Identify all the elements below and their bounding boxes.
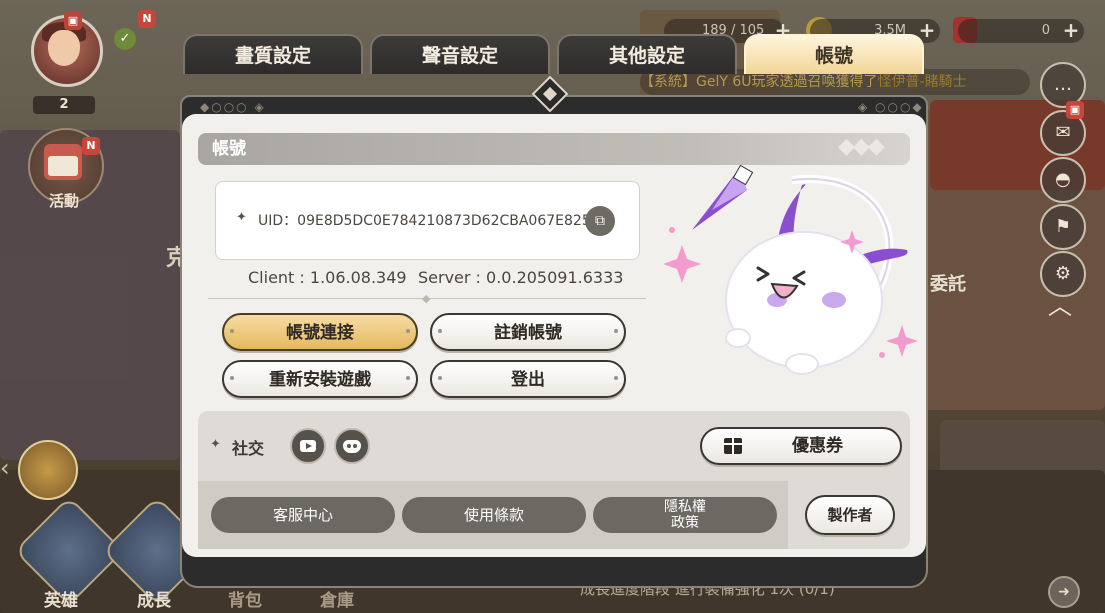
mascot-illustration [663, 164, 918, 375]
nav-hero-label: 英雄 [44, 591, 78, 611]
chevron-up-icon[interactable]: ︿ [1046, 294, 1074, 318]
social-label: 社交 [232, 439, 265, 458]
gold-add-button[interactable]: + [918, 20, 936, 40]
button-dot [614, 376, 618, 380]
event-label: 活動 [48, 192, 79, 210]
marquee-item: 怪伊普-賭騎士 [877, 74, 967, 90]
event-new-badge: N [82, 137, 100, 155]
chevron-left-icon[interactable]: ‹ [0, 454, 10, 482]
client-version: Client : 1.06.08.349 [248, 268, 407, 287]
gift-icon[interactable] [18, 440, 78, 500]
youtube-icon[interactable] [290, 428, 326, 464]
terms-of-use-button[interactable]: 使用條款 [402, 497, 586, 533]
pokeball-icon[interactable]: ◓ [1040, 157, 1086, 203]
gift-box-icon [724, 436, 742, 454]
frame-ornament-left: ◆○○○ ◈ [200, 100, 266, 114]
button-dot [406, 376, 410, 380]
reinstall-game-button[interactable]: 重新安裝遊戲 [222, 360, 418, 398]
mail-gift-icon: ▣ [1066, 101, 1084, 119]
nav-growth-label: 成長 [137, 591, 171, 611]
avatar-new-badge: N [138, 10, 156, 28]
logout-label: 登出 [511, 370, 545, 390]
discord-icon[interactable] [334, 428, 370, 464]
mascot-foot [785, 353, 819, 375]
commission-label: 委託 [930, 274, 966, 295]
avatar-gift-icon: ▣ [64, 12, 82, 30]
tab-graphics-settings[interactable]: 畫質設定 [183, 34, 363, 74]
mascot-paw-left [725, 328, 751, 348]
button-dot [438, 329, 442, 333]
uid-text: UID：09E8D5DC0E784210873D62CBA067E825 [258, 213, 591, 229]
credits-button[interactable]: 製作者 [805, 495, 895, 535]
account-link-button[interactable]: 帳號連接 [222, 313, 418, 351]
sparkle-icon: ✦ [210, 437, 221, 452]
coupon-label: 優惠券 [792, 436, 843, 456]
discord-logo [343, 440, 361, 453]
delete-account-label: 註銷帳號 [494, 323, 562, 343]
mascot-body [725, 231, 883, 369]
reinstall-game-label: 重新安裝遊戲 [269, 370, 371, 390]
customer-service-button[interactable]: 客服中心 [211, 497, 395, 533]
nav-bag-label: 背包 [228, 591, 262, 611]
logout-button[interactable]: 登出 [430, 360, 626, 398]
gem-add-button[interactable]: + [1062, 20, 1080, 40]
tab-other-settings[interactable]: 其他設定 [557, 34, 737, 74]
mascot-cheek-right [822, 292, 846, 308]
frame-ornament-right: ◈ ○○○◆ [858, 100, 924, 114]
coupon-button[interactable]: 優惠券 [700, 427, 902, 465]
check-icon[interactable]: ✓ [114, 28, 136, 50]
copy-icon[interactable]: ⧉ [585, 206, 615, 236]
button-dot [406, 329, 410, 333]
quest-arrow-icon[interactable]: ➜ [1048, 576, 1080, 608]
player-level: 2 [33, 96, 95, 114]
marquee-user: GelY 6U [696, 74, 752, 90]
button-dot [230, 376, 234, 380]
tab-account[interactable]: 帳號 [744, 34, 924, 74]
sparkle-dot [669, 227, 675, 233]
tab-sound-settings[interactable]: 聲音設定 [370, 34, 550, 74]
privacy-policy-button[interactable]: 隱私權 政策 [593, 497, 777, 533]
server-version: Server : 0.0.205091.6333 [418, 268, 624, 287]
avatar-face [48, 30, 80, 66]
youtube-logo [300, 440, 316, 452]
sparkle-icon: ✦ [236, 210, 247, 225]
sparkle-dot [879, 352, 885, 358]
marquee-prefix: 【系統】 [640, 74, 696, 90]
button-dot [438, 376, 442, 380]
calendar-icon [44, 144, 82, 180]
privacy-label-line1: 隱私權 [664, 499, 706, 515]
marquee-text: 玩家透過召喚獲得了 [751, 74, 878, 90]
button-dot [230, 329, 234, 333]
account-link-label: 帳號連接 [286, 323, 354, 343]
header-diamond-decoration: ◆◆◆ [838, 134, 885, 159]
sparkle-pink-right [886, 325, 918, 357]
privacy-label-line2: 政策 [671, 515, 699, 531]
flag-icon[interactable]: ⚑ [1040, 204, 1086, 250]
frame-bottom-ticks [190, 557, 920, 579]
button-dot [614, 329, 618, 333]
divider-ornament: ◆ [422, 292, 431, 305]
nav-storage-label: 倉庫 [320, 591, 354, 611]
gem-value: 0 [1041, 23, 1050, 38]
delete-account-button[interactable]: 註銷帳號 [430, 313, 626, 351]
sparkle-pink-large [663, 245, 701, 283]
gear-icon[interactable]: ⚙ [1040, 251, 1086, 297]
